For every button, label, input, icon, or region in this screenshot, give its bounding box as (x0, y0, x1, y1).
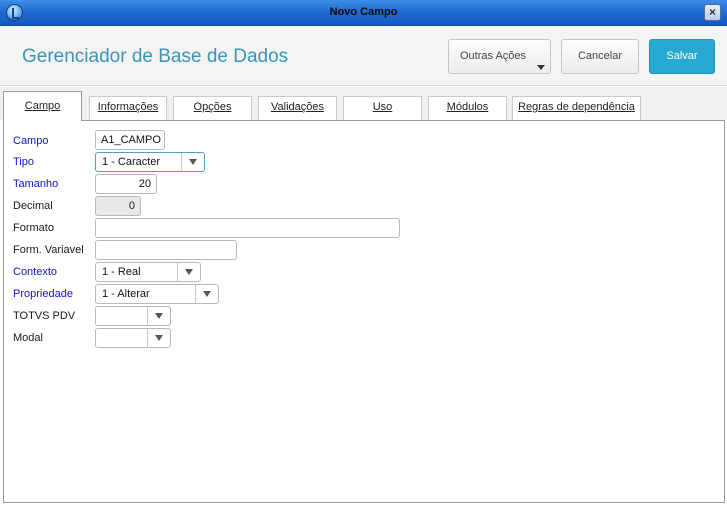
dropdown-arrow-icon (177, 263, 200, 281)
close-window-button[interactable]: × (704, 4, 721, 21)
tab-regras-de-dependencia[interactable]: Regras de dependência (512, 96, 641, 120)
tab-label: Informações (97, 101, 159, 113)
tab-opcoes[interactable]: Opções (173, 96, 252, 120)
modal-label: Modal (13, 332, 43, 344)
propriedade-select[interactable]: 1 - Alterar (95, 284, 219, 304)
save-button[interactable]: Salvar (649, 39, 715, 74)
tab-label: Uso (372, 101, 393, 113)
tab-informacoes[interactable]: Informações (89, 96, 167, 120)
decimal-label: Decimal (13, 200, 53, 212)
tamanho-label: Tamanho (13, 178, 59, 190)
tipo-select[interactable]: 1 - Caracter (95, 152, 205, 172)
tamanho-input[interactable]: 20 (95, 174, 157, 194)
campo-label: Campo (13, 135, 49, 147)
form-variavel-label: Form. Variavel (13, 244, 84, 256)
tab-validacoes[interactable]: Validações (258, 96, 337, 120)
propriedade-label: Propriedade (13, 288, 73, 300)
form-variavel-input[interactable] (95, 240, 237, 260)
dropdown-arrow-icon (195, 285, 218, 303)
totvs-pdv-label: TOTVS PDV (13, 310, 76, 322)
tab-label: Validações (271, 101, 324, 113)
contexto-select[interactable]: 1 - Real (95, 262, 201, 282)
contexto-value: 1 - Real (102, 266, 141, 278)
campo-input[interactable]: A1_CAMPO (95, 130, 165, 150)
tab-label: Opções (193, 101, 232, 113)
caret-down-icon (537, 65, 545, 70)
campo-form-panel: Campo A1_CAMPO Tipo 1 - Caracter Tamanho… (3, 120, 725, 503)
page-title: Gerenciador de Base de Dados (22, 46, 289, 67)
tab-campo[interactable]: Campo (3, 91, 82, 121)
window-titlebar: Novo Campo × (0, 0, 727, 26)
cancel-button[interactable]: Cancelar (561, 39, 639, 74)
dropdown-arrow-icon (181, 153, 204, 171)
tipo-label: Tipo (13, 156, 34, 168)
formato-input[interactable] (95, 218, 400, 238)
modal-select[interactable] (95, 328, 171, 348)
tab-modulos[interactable]: Módulos (428, 96, 507, 120)
outras-acoes-label: Outras Ações (460, 50, 527, 62)
decimal-input: 0 (95, 196, 141, 216)
window-title: Novo Campo (329, 6, 398, 18)
dropdown-arrow-icon (147, 307, 170, 325)
tab-bar: Campo Informações Opções Validações Uso … (0, 87, 727, 121)
close-icon: × (708, 5, 716, 19)
formato-label: Formato (13, 222, 54, 234)
totvs-pdv-select[interactable] (95, 306, 171, 326)
propriedade-value: 1 - Alterar (102, 288, 150, 300)
tab-label: Regras de dependência (518, 101, 635, 113)
dropdown-arrow-icon (147, 329, 170, 347)
page-header: Gerenciador de Base de Dados Outras Açõe… (0, 26, 727, 86)
tab-uso[interactable]: Uso (343, 96, 422, 120)
outras-acoes-button[interactable]: Outras Ações (448, 39, 551, 74)
contexto-label: Contexto (13, 266, 58, 278)
tipo-value: 1 - Caracter (102, 156, 161, 168)
tab-label: Campo (24, 100, 61, 112)
tab-label: Módulos (446, 101, 489, 113)
